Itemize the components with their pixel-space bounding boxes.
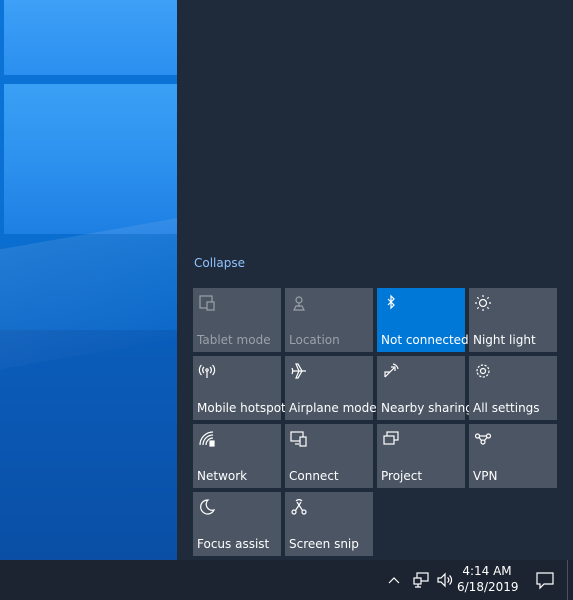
tablet-mode-icon xyxy=(198,294,216,312)
show-desktop-button[interactable] xyxy=(567,560,568,600)
volume-icon[interactable] xyxy=(436,571,454,589)
network-icon[interactable] xyxy=(412,571,430,589)
tile-tablet-mode[interactable]: Tablet mode xyxy=(193,288,281,352)
moon-icon xyxy=(198,498,216,516)
action-center-icon xyxy=(536,572,554,590)
network-icon xyxy=(198,430,216,448)
connect-icon xyxy=(290,430,308,448)
tile-night-light[interactable]: Night light xyxy=(469,288,557,352)
nearby-sharing-icon xyxy=(382,362,400,380)
clock-time: 4:14 AM xyxy=(462,564,512,578)
tile-label: All settings xyxy=(473,401,540,415)
tile-label: Connect xyxy=(289,469,339,483)
tile-label: Airplane mode xyxy=(289,401,377,415)
tile-focus-assist[interactable]: Focus assist xyxy=(193,492,281,556)
tile-label: Not connected xyxy=(381,333,469,347)
tile-label: Tablet mode xyxy=(197,333,271,347)
tile-label: Mobile hotspot xyxy=(197,401,286,415)
tile-connect[interactable]: Connect xyxy=(285,424,373,488)
quick-actions-grid: Tablet mode Location Not connected Night… xyxy=(193,288,557,556)
clock-date: 6/18/2019 xyxy=(457,580,519,594)
tile-project[interactable]: Project xyxy=(377,424,465,488)
tile-location[interactable]: Location xyxy=(285,288,373,352)
tile-label: Screen snip xyxy=(289,537,359,551)
gear-icon xyxy=(474,362,492,380)
tile-all-settings[interactable]: All settings xyxy=(469,356,557,420)
tile-screen-snip[interactable]: Screen snip xyxy=(285,492,373,556)
desktop-wallpaper xyxy=(0,0,177,560)
tile-label: Network xyxy=(197,469,248,483)
tile-label: Night light xyxy=(473,333,536,347)
tile-bluetooth[interactable]: Not connected xyxy=(377,288,469,352)
screen-snip-icon xyxy=(290,498,308,516)
tile-nearby-sharing[interactable]: Nearby sharing xyxy=(377,356,473,420)
project-icon xyxy=(382,430,400,448)
airplane-icon xyxy=(290,362,308,380)
vpn-icon xyxy=(474,430,492,448)
wallpaper-pane-top xyxy=(4,0,177,75)
taskbar-clock[interactable]: 4:14 AM 6/18/2019 xyxy=(457,563,519,595)
tile-vpn[interactable]: VPN xyxy=(469,424,557,488)
action-center-panel: Collapse Tablet mode Location Not connec… xyxy=(177,0,573,560)
tile-airplane-mode[interactable]: Airplane mode xyxy=(285,356,377,420)
tile-label: Location xyxy=(289,333,340,347)
collapse-link[interactable]: Collapse xyxy=(194,256,245,270)
tile-network[interactable]: Network xyxy=(193,424,281,488)
tile-mobile-hotspot[interactable]: Mobile hotspot xyxy=(193,356,286,420)
wallpaper-pane-middle xyxy=(4,84,177,234)
tile-label: Project xyxy=(381,469,423,483)
tile-label: Focus assist xyxy=(197,537,270,551)
location-icon xyxy=(290,294,308,312)
action-center-button[interactable] xyxy=(525,560,565,600)
tile-label: Nearby sharing xyxy=(381,401,473,415)
bluetooth-icon xyxy=(382,294,400,312)
tile-label: VPN xyxy=(473,469,498,483)
chevron-up-icon[interactable] xyxy=(386,572,402,588)
mobile-hotspot-icon xyxy=(198,362,216,380)
night-light-icon xyxy=(474,294,492,312)
taskbar: 4:14 AM 6/18/2019 xyxy=(0,560,573,600)
